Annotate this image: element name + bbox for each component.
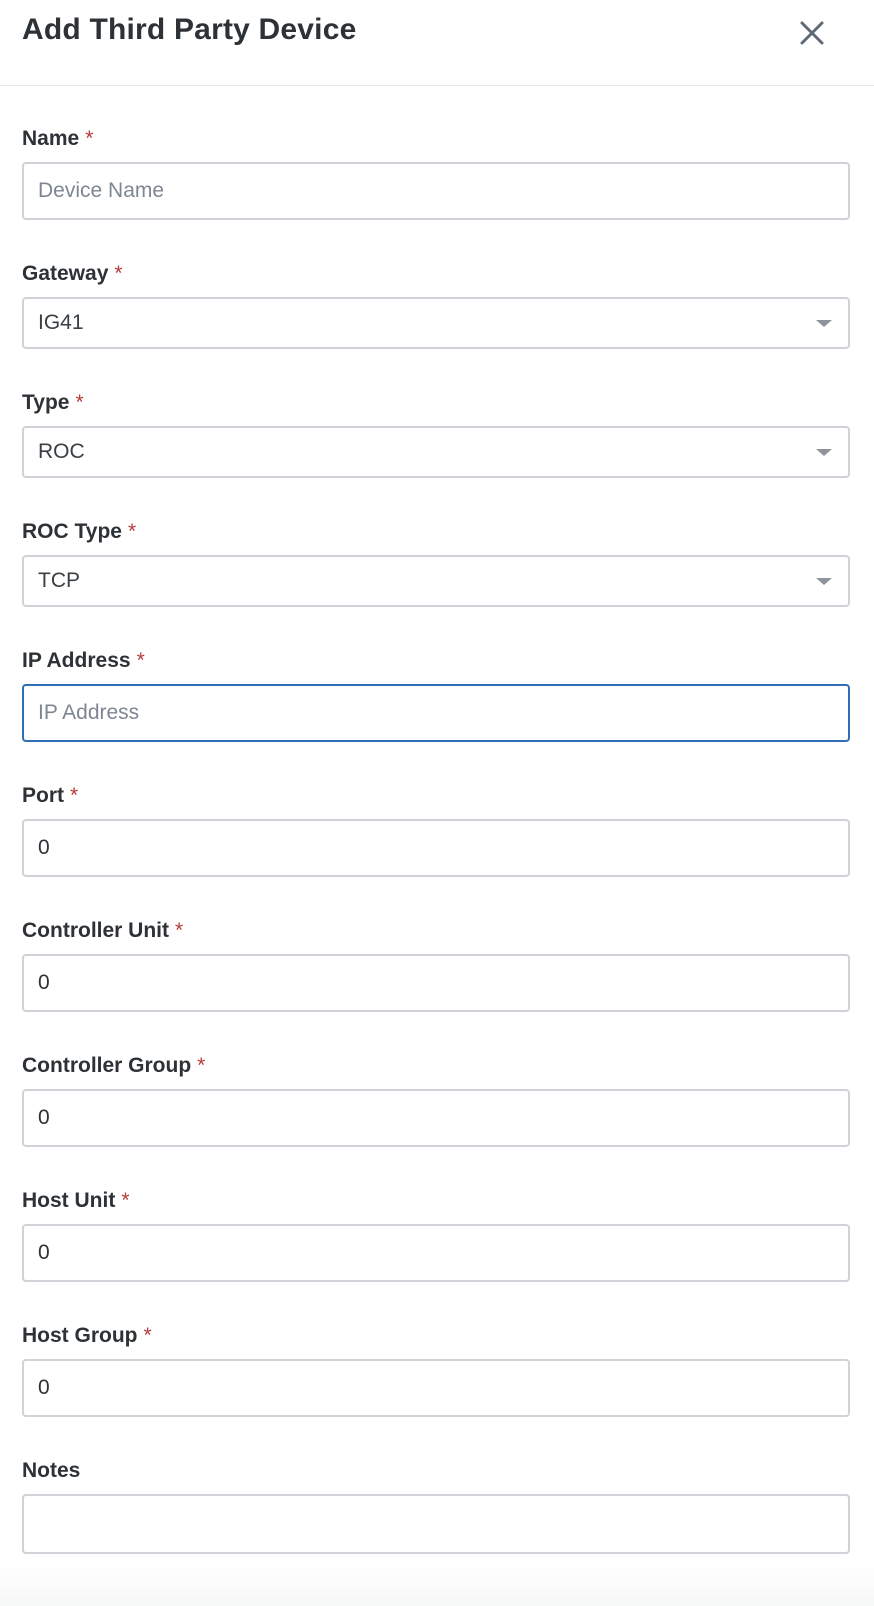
ip-address-input[interactable] [22,684,850,742]
host-group-label: Host Group * [22,1323,152,1349]
controller-unit-label-text: Controller Unit [22,919,169,942]
controller-unit-input[interactable] [22,954,850,1012]
chevron-down-icon [816,320,832,327]
controller-group-input[interactable] [22,1089,850,1147]
notes-textarea[interactable] [22,1494,850,1554]
close-icon [800,21,824,45]
host-unit-label: Host Unit * [22,1188,130,1214]
required-marker: * [121,1189,130,1212]
port-label-text: Port [22,784,64,807]
type-label-text: Type [22,391,70,414]
required-marker: * [127,520,137,543]
gateway-select[interactable]: IG41 [22,297,850,349]
required-marker: * [136,649,145,672]
roc-type-selected-value: TCP [38,569,80,592]
scroll-fade [0,1566,874,1606]
required-marker: * [197,1054,206,1077]
required-marker: * [75,391,84,414]
notes-label: Notes [22,1458,80,1484]
roc-type-select[interactable]: TCP [22,555,850,607]
roc-type-label: ROC Type * [22,519,136,545]
controller-unit-label: Controller Unit * [22,918,183,944]
chevron-down-icon [816,449,832,456]
controller-group-label-text: Controller Group [22,1054,192,1077]
dialog-title: Add Third Party Device [22,13,357,46]
host-group-label-text: Host Group [22,1324,138,1347]
controller-group-label: Controller Group * [22,1053,205,1079]
port-label: Port * [22,783,78,809]
host-unit-input[interactable] [22,1224,850,1282]
close-button[interactable] [800,14,840,54]
host-unit-label-text: Host Unit [22,1189,116,1212]
required-marker: * [114,262,123,285]
required-marker: * [70,784,79,807]
required-marker: * [143,1324,152,1347]
gateway-label: Gateway * [22,261,123,287]
dialog-header: Add Third Party Device [0,0,874,86]
gateway-selected-value: IG41 [38,311,84,334]
required-marker: * [175,919,184,942]
type-select[interactable]: ROC [22,426,850,478]
host-group-input[interactable] [22,1359,850,1417]
chevron-down-icon [816,578,832,585]
gateway-label-text: Gateway [22,262,109,285]
name-input[interactable] [22,162,850,220]
notes-label-text: Notes [22,1459,81,1482]
name-label-text: Name [22,127,80,150]
roc-type-label-text: ROC Type [22,520,122,543]
required-marker: * [85,127,94,150]
name-label: Name * [22,126,93,152]
type-selected-value: ROC [38,440,85,463]
ip-address-label: IP Address * [22,648,145,674]
port-input[interactable] [22,819,850,877]
ip-address-label-text: IP Address [22,649,131,672]
type-label: Type * [22,390,84,416]
